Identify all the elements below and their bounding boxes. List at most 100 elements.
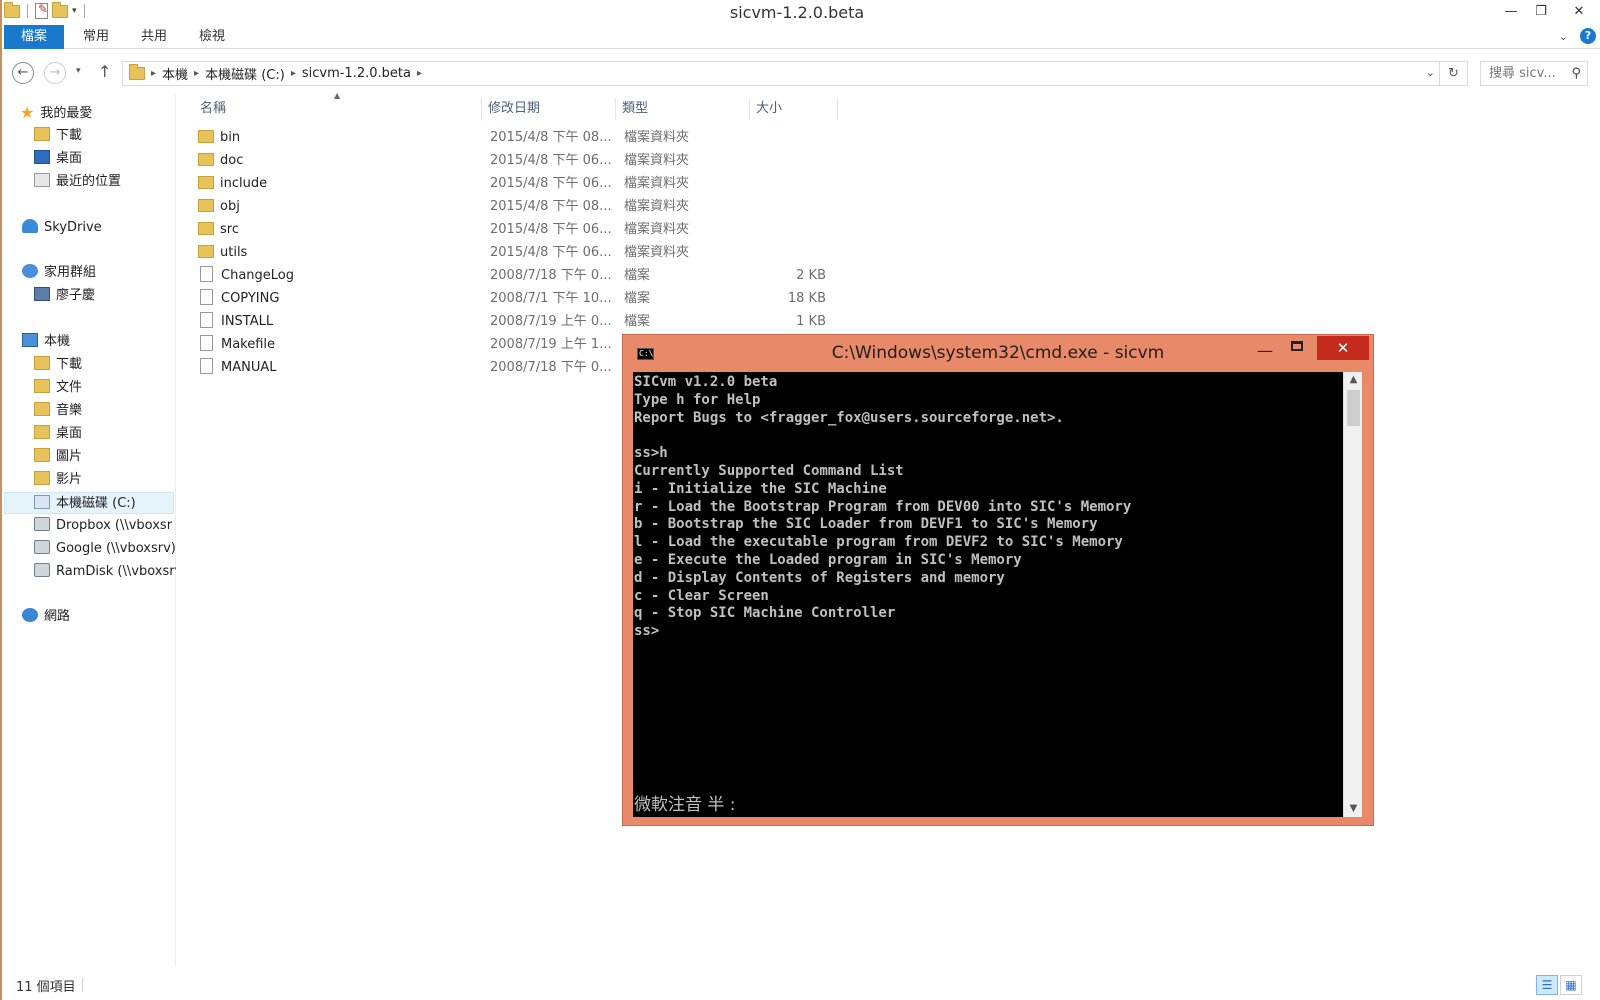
file-type: 檔案 [624,291,651,306]
file-row[interactable]: utils 2015/4/8 下午 06... 檔案資料夾 [198,241,828,264]
console-line: l - Load the executable program from DEV… [634,534,1123,551]
forward-button[interactable]: → [44,62,66,84]
file-name-cell: bin [198,126,468,149]
console-line: SICvm v1.2.0 beta [634,374,778,390]
column-header-size[interactable]: 大小 [752,98,838,120]
nav-item-label: SkyDrive [44,220,102,235]
file-row[interactable]: COPYING 2008/7/1 下午 10... 檔案 18 KB [198,287,828,310]
file-row[interactable]: doc 2015/4/8 下午 06... 檔案資料夾 [198,149,828,172]
file-date: 2008/7/18 下午 0... [490,268,612,283]
scroll-down-icon[interactable]: ▼ [1344,801,1363,817]
nav-favorites[interactable]: ★ 我的最愛 [20,102,190,124]
nav-pc-music[interactable]: 音樂 [34,400,204,422]
refresh-button[interactable]: ↻ [1439,62,1467,85]
nav-pc-local-disk[interactable]: 本機磁碟 (C:) [4,492,174,514]
nav-skydrive[interactable]: SkyDrive [22,217,192,239]
close-button[interactable]: ✕ [1556,0,1600,22]
nav-homegroup[interactable]: 家用群組 [22,262,192,284]
file-name-cell: include [198,172,468,195]
console-line: ss>h [634,445,668,462]
file-name-cell: Makefile [198,333,468,356]
nav-favorites-label: 我的最愛 [40,106,93,121]
file-row[interactable]: bin 2015/4/8 下午 08... 檔案資料夾 [198,126,828,149]
back-button[interactable]: ← [12,62,34,84]
file-type: 檔案資料夾 [624,245,690,260]
file-type: 檔案資料夾 [624,222,690,237]
scroll-up-icon[interactable]: ▲ [1344,372,1363,388]
details-view-button[interactable]: ☰ [1536,975,1558,995]
file-row[interactable]: src 2015/4/8 下午 06... 檔案資料夾 [198,218,828,241]
cmd-maximize-button[interactable] [1291,341,1303,351]
nav-pc-downloads[interactable]: 下載 [34,354,204,376]
folder-icon [198,130,214,143]
nav-pc-google[interactable]: Google (\\vboxsrv) [34,538,176,560]
breadcrumb-local-disk[interactable]: 本機磁碟 (C:) [205,64,285,83]
nav-pc-documents[interactable]: 文件 [34,377,204,399]
nav-this-pc[interactable]: 本機 [22,331,192,353]
search-placeholder: 搜尋 sicv... [1489,66,1556,81]
cmd-title-bar[interactable]: C:\ C:\Windows\system32\cmd.exe - sicvm … [623,335,1373,371]
cmd-console-output[interactable]: SICvm v1.2.0 beta Type h for Help Report B… [633,372,1343,817]
minimize-button[interactable]: — [1496,0,1526,22]
nav-pc-videos[interactable]: 影片 [34,469,204,491]
expand-ribbon-icon[interactable]: ⌄ [1559,30,1568,43]
nav-fav-desktop[interactable]: 桌面 [34,148,204,170]
breadcrumb-current-folder[interactable]: sicvm-1.2.0.beta [302,66,411,81]
restore-button[interactable]: ❐ [1526,0,1556,22]
search-input[interactable]: 搜尋 sicv... ⚲ [1480,61,1588,86]
search-icon[interactable]: ⚲ [1571,62,1581,85]
nav-item-label: 文件 [56,380,83,395]
scrollbar-thumb[interactable] [1347,390,1360,426]
column-header-type[interactable]: 類型 [618,98,750,120]
nav-item-label: 音樂 [56,403,83,418]
nav-fav-downloads[interactable]: 下載 [34,125,204,147]
help-icon[interactable]: ? [1580,28,1596,44]
tab-file[interactable]: 檔案 [4,25,64,49]
console-line: e - Execute the Loaded program in SIC's … [634,551,1022,568]
tab-share[interactable]: 共用 [132,25,176,49]
cmd-close-button[interactable]: ✕ [1317,336,1369,360]
breadcrumb-separator: ▸ [151,68,157,79]
file-name-cell: utils [198,241,468,264]
file-date: 2015/4/8 下午 06... [490,245,612,260]
cmd-window: C:\ C:\Windows\system32\cmd.exe - sicvm … [622,334,1374,826]
up-button[interactable]: ↑ [98,62,111,81]
nav-pc-ramdisk[interactable]: RamDisk (\\vboxsrv [34,561,176,583]
address-bar[interactable]: ▸ 本機 ▸ 本機磁碟 (C:) ▸ sicvm-1.2.0.beta ▸ ⌄ … [122,61,1468,86]
nav-item-label: 廖子慶 [56,288,96,303]
file-row[interactable]: ChangeLog 2008/7/18 下午 0... 檔案 2 KB [198,264,828,287]
file-type: 檔案資料夾 [624,130,690,145]
computer-icon [22,333,38,347]
tab-home[interactable]: 常用 [74,25,118,49]
status-divider [82,978,83,992]
breadcrumb-this-pc[interactable]: 本機 [162,64,188,83]
desktop-icon [34,425,50,439]
nav-item-label: 網路 [44,609,71,624]
file-row[interactable]: INSTALL 2008/7/19 上午 0... 檔案 1 KB [198,310,828,333]
nav-pc-desktop[interactable]: 桌面 [34,423,204,445]
user-icon [34,287,50,301]
address-dropdown-icon[interactable]: ⌄ [1426,66,1435,79]
ribbon-tabs: 檔案 常用 共用 檢視 ⌄ ? [2,25,1600,49]
explorer-window: ▾ sicvm-1.2.0.beta — ❐ ✕ 檔案 常用 共用 檢視 ⌄ ?… [0,0,1600,1000]
file-row[interactable]: obj 2015/4/8 下午 08... 檔案資料夾 [198,195,828,218]
file-row[interactable]: include 2015/4/8 下午 06... 檔案資料夾 [198,172,828,195]
column-header-date[interactable]: 修改日期 [484,98,616,120]
address-row: ← → ▾ ↑ ▸ 本機 ▸ 本機磁碟 (C:) ▸ sicvm-1.2.0.b… [2,58,1600,88]
nav-homegroup-user[interactable]: 廖子慶 [34,285,204,307]
file-icon [200,312,213,328]
file-icon [200,335,213,351]
cmd-scrollbar[interactable]: ▲ ▼ [1343,372,1362,817]
nav-fav-recent[interactable]: 最近的位置 [34,171,204,193]
nav-pc-pictures[interactable]: 圖片 [34,446,204,468]
nav-pc-dropbox[interactable]: Dropbox (\\vboxsr [34,515,176,537]
navigation-pane: ★ 我的最愛 下載 桌面 最近的位置 SkyDrive 家用群組 廖子慶 本機 下… [4,94,176,966]
cmd-minimize-button[interactable]: — [1255,341,1275,360]
nav-item-label: 家用群組 [44,265,97,280]
large-icons-view-button[interactable]: ▦ [1560,975,1582,995]
column-header-name[interactable]: 名稱 [196,98,482,120]
recent-locations-icon[interactable]: ▾ [76,66,81,76]
tab-view[interactable]: 檢視 [190,25,234,49]
file-icon [200,358,213,374]
nav-network[interactable]: 網路 [22,606,192,628]
